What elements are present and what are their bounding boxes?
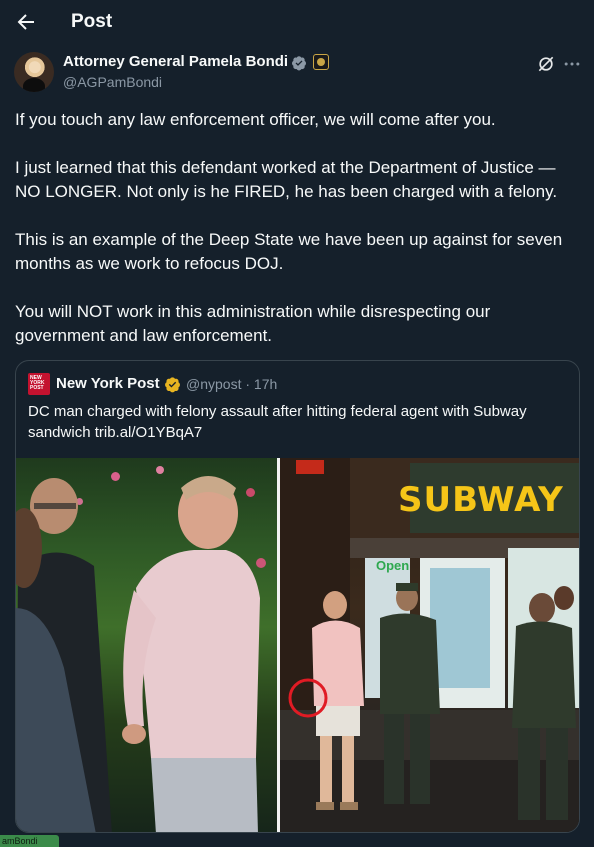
quote-media[interactable]: SUBWAY Open (16, 458, 579, 832)
grok-icon[interactable] (536, 54, 556, 74)
more-options-icon[interactable] (562, 54, 582, 74)
verified-gold-badge-icon[interactable] (164, 376, 181, 393)
verified-badge-icon[interactable] (291, 55, 307, 71)
nypost-logo: NEW YORK POST (28, 373, 50, 395)
quoted-post[interactable]: NEW YORK POST New York Post @nypost · 17… (15, 360, 580, 833)
back-arrow-icon[interactable] (14, 10, 38, 34)
post-paragraph: I just learned that this defendant worke… (15, 158, 558, 201)
quote-text: DC man charged with felony assault after… (28, 403, 527, 441)
quote-handle-time[interactable]: @nypost · 17h (186, 376, 277, 392)
post-paragraph: This is an example of the Deep State we … (15, 230, 563, 273)
subway-sign: SUBWAY (398, 480, 564, 520)
photo-left[interactable] (16, 458, 277, 832)
affiliation-badge-icon[interactable] (313, 54, 329, 70)
open-sign: Open (376, 558, 410, 573)
post-paragraph: If you touch any law enforcement officer… (15, 110, 496, 129)
post-paragraph: You will NOT work in this administration… (15, 302, 491, 345)
post-author: Attorney General Pamela Bondi @AGPamBond… (14, 52, 580, 94)
post-text: If you touch any law enforcement officer… (15, 108, 583, 372)
top-bar: Post (0, 0, 594, 44)
author-name[interactable]: Attorney General Pamela Bondi (63, 53, 288, 70)
handle-badge: amBondi (0, 835, 59, 847)
quote-author-name[interactable]: New York Post (56, 375, 160, 392)
photo-right[interactable]: SUBWAY Open (280, 458, 579, 832)
page-title: Post (71, 11, 113, 32)
avatar[interactable] (14, 52, 54, 92)
author-handle[interactable]: @AGPamBondi (63, 74, 162, 90)
